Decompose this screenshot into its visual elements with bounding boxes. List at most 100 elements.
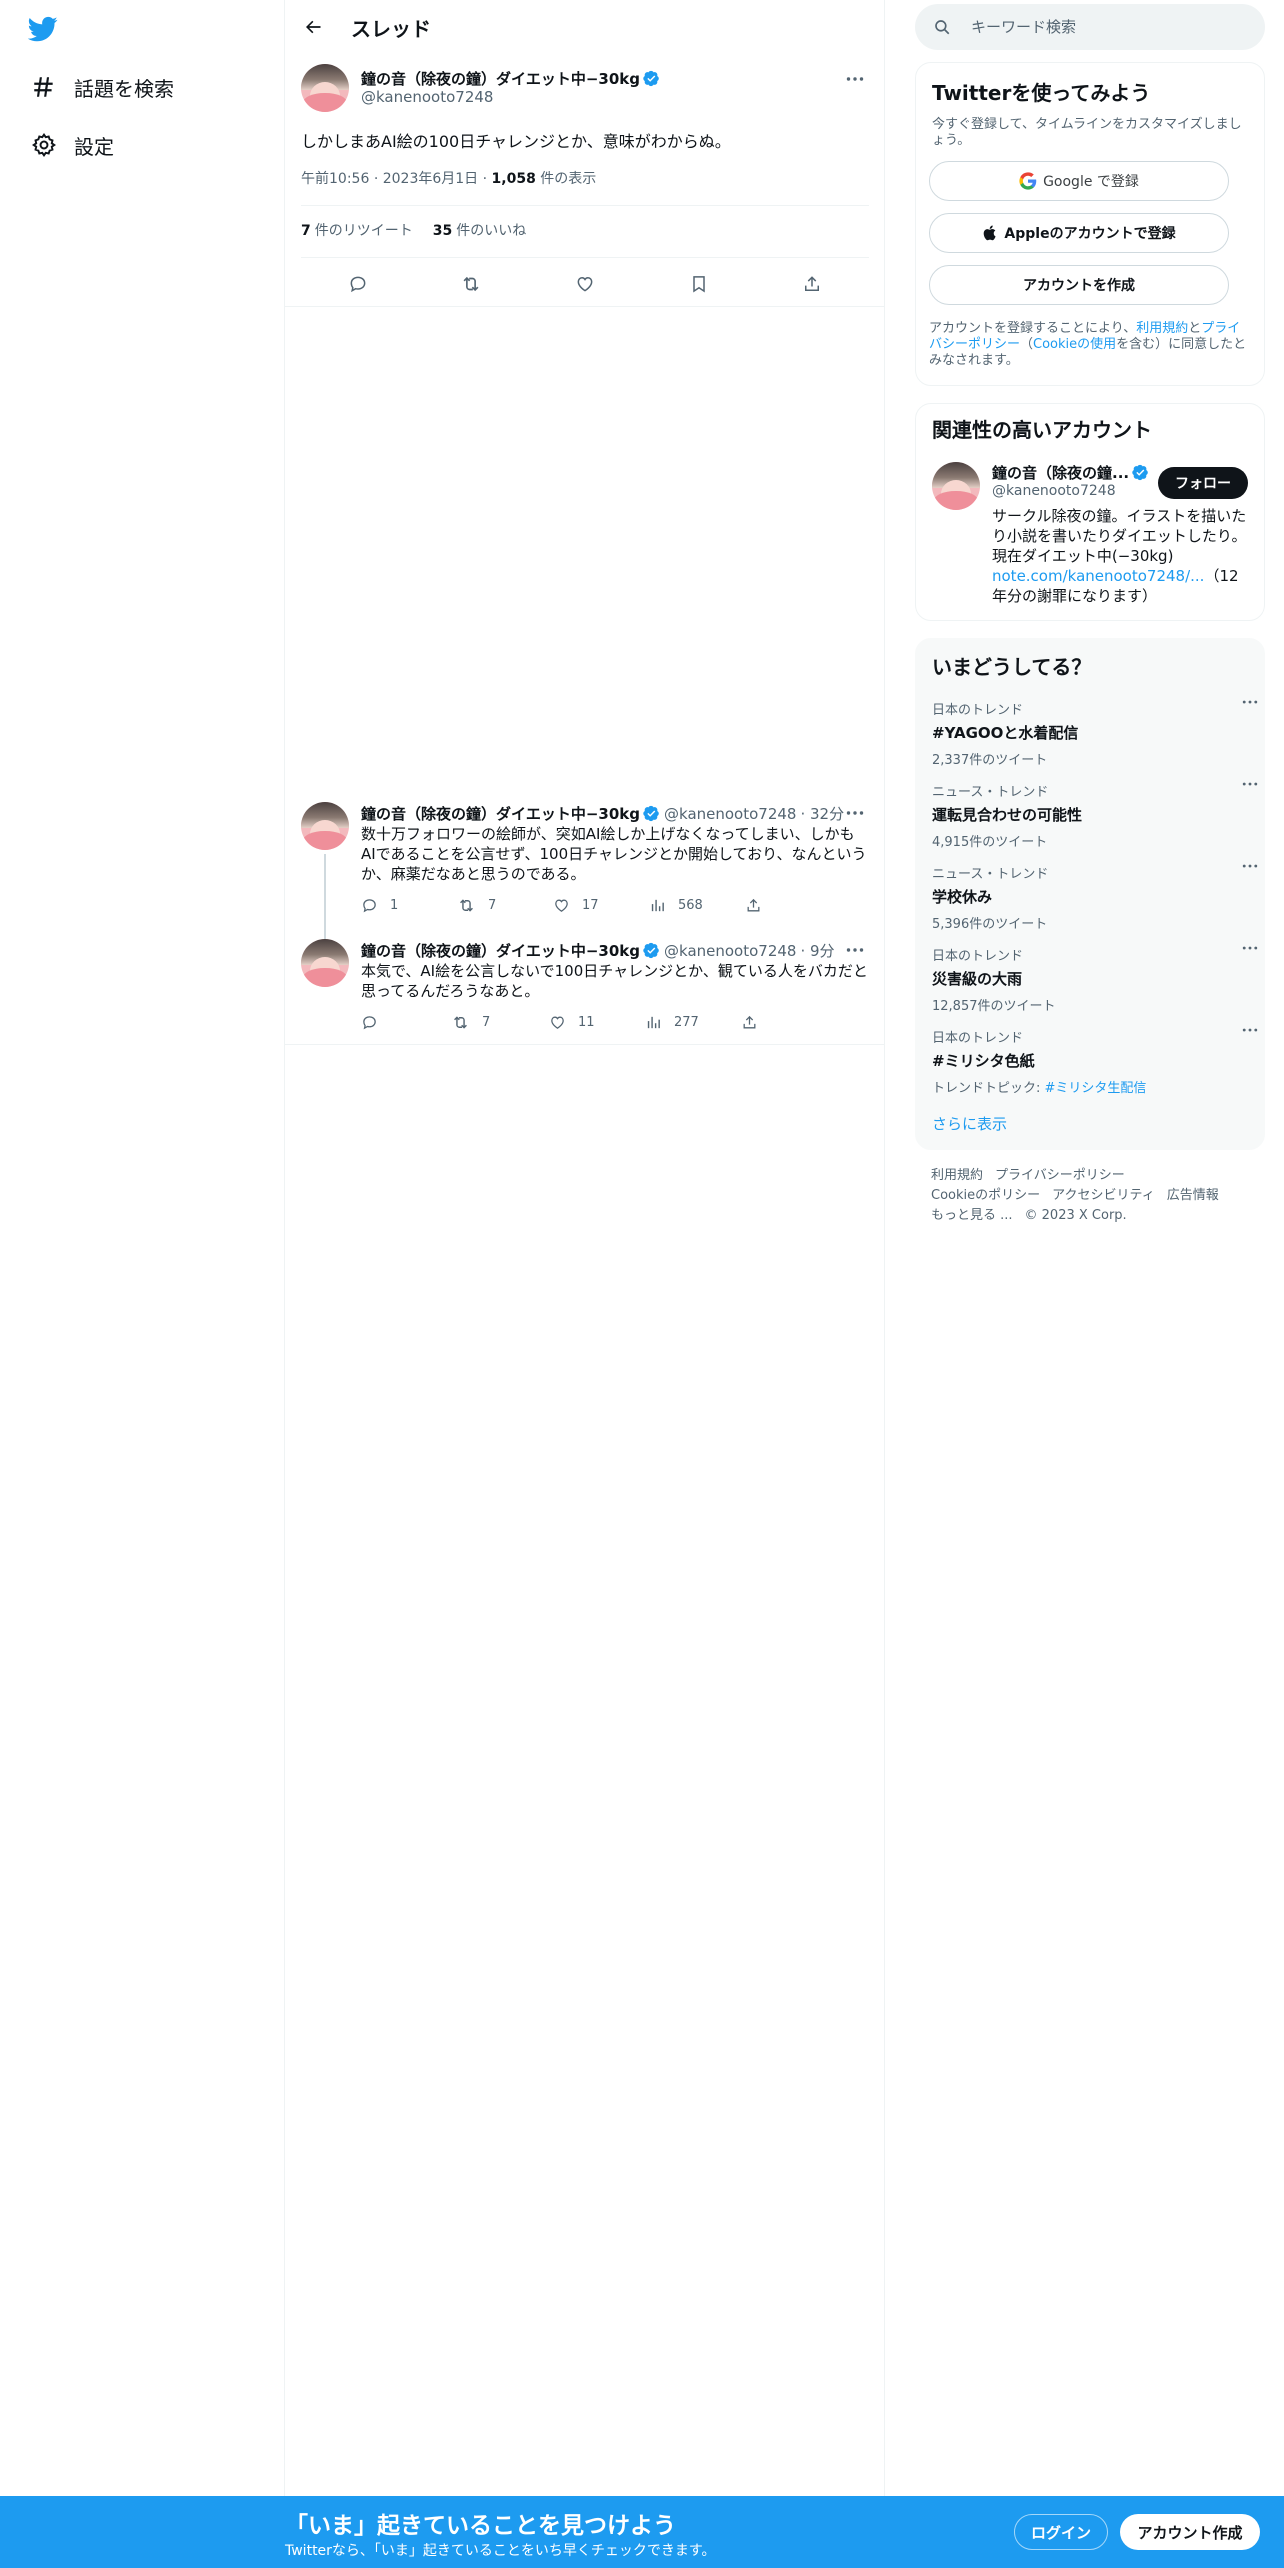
reply-button[interactable] (361, 1013, 451, 1032)
retweet-count: 7 (482, 1015, 491, 1030)
search-icon (933, 18, 951, 36)
reply-author-handle[interactable]: @kanenooto7248 (664, 805, 796, 823)
thread-connector-line (324, 854, 326, 942)
like-button[interactable]: 11 (549, 1013, 645, 1032)
trend-more-button[interactable] (1242, 945, 1258, 951)
reply-tweet[interactable]: 鐘の音（除夜の鐘）ダイエット中−30kg @kanenooto7248 · 9分… (301, 939, 869, 1039)
footer-ads-link[interactable]: 広告情報 (1167, 1188, 1219, 1203)
trend-more-button[interactable] (1242, 1027, 1258, 1033)
signup-card: Twitterを使ってみよう 今すぐ登録して、タイムラインをカスタマイズしましょ… (915, 62, 1265, 386)
reply-time[interactable]: · 9分 (800, 940, 834, 961)
retweets-count: 7 (301, 223, 311, 239)
trend-context: 日本のトレンド (932, 703, 1024, 718)
reply-text: 本気で、AI絵を公言しないで100日チャレンジとか、観ている人をバカだと思ってる… (361, 962, 868, 1000)
reply-button[interactable]: 1 (361, 896, 457, 915)
reply-actions: 1 7 17 568 (361, 896, 801, 915)
like-button[interactable] (567, 266, 603, 302)
tweet-stats: 7 件のリツイート 35 件のいいね (301, 220, 546, 240)
tweet-date[interactable]: 2023年6月1日 (383, 171, 478, 187)
retweet-count: 7 (488, 898, 497, 913)
trend-item[interactable]: ニュース・トレンド 運転見合わせの可能性 4,915件のツイート (932, 781, 1258, 850)
author-name[interactable]: 鐘の音（除夜の鐘）ダイエット中−30kg (361, 68, 660, 89)
reply-author-name[interactable]: 鐘の音（除夜の鐘）ダイエット中−30kg (361, 803, 640, 824)
retweet-button[interactable]: 7 (451, 1013, 549, 1032)
related-account-name[interactable]: 鐘の音（除夜の鐘... (992, 462, 1149, 483)
more-options-button[interactable] (841, 68, 869, 90)
like-button[interactable]: 17 (553, 896, 649, 915)
trend-item[interactable]: 日本のトレンド 災害級の大雨 12,857件のツイート (932, 945, 1258, 1014)
trend-more-button[interactable] (1242, 781, 1258, 787)
trend-more-button[interactable] (1242, 863, 1258, 869)
nav-settings[interactable]: 設定 (28, 125, 114, 165)
avatar[interactable] (301, 64, 349, 112)
twitter-logo-icon[interactable] (28, 14, 60, 46)
related-account-name-text: 鐘の音（除夜の鐘... (992, 464, 1130, 482)
footer-terms-link[interactable]: 利用規約 (931, 1168, 983, 1183)
bio-link[interactable]: note.com/kanenooto7248/... (992, 567, 1204, 585)
trend-topic-link[interactable]: #ミリシタ生配信 (1045, 1081, 1147, 1096)
back-button[interactable] (295, 9, 331, 45)
trend-topic: トレンドトピック: #ミリシタ生配信 (932, 1077, 1250, 1096)
analytics-icon (647, 1016, 660, 1029)
footer-more-link[interactable]: もっと見る ... (931, 1208, 1013, 1223)
trend-context: 日本のトレンド (932, 949, 1024, 964)
reply-time[interactable]: · 32分 (800, 803, 844, 824)
trend-context: ニュース・トレンド (932, 785, 1049, 800)
share-button[interactable] (745, 896, 774, 915)
footer-cookies-link[interactable]: Cookieのポリシー (931, 1188, 1040, 1203)
signup-button[interactable]: アカウント作成 (1120, 2514, 1260, 2550)
likes-stat[interactable]: 35 件のいいね (433, 220, 526, 240)
footer-privacy-link[interactable]: プライバシーポリシー (995, 1168, 1125, 1183)
login-button[interactable]: ログイン (1014, 2514, 1108, 2550)
create-account-button[interactable]: アカウントを作成 (929, 265, 1229, 305)
views-button[interactable]: 277 (645, 1013, 741, 1032)
likes-count: 35 (432, 223, 453, 239)
avatar[interactable] (301, 802, 349, 850)
reply-author-name[interactable]: 鐘の音（除夜の鐘）ダイエット中−30kg (361, 940, 640, 961)
trend-item[interactable]: 日本のトレンド #YAGOOと水着配信 2,337件のツイート (932, 699, 1258, 768)
analytics-icon (651, 899, 664, 912)
google-signup-button[interactable]: Google で登録 (929, 161, 1229, 201)
show-more-link[interactable]: さらに表示 (932, 1113, 1007, 1134)
nav-explore[interactable]: 話題を検索 (28, 67, 174, 107)
reply-tweet[interactable]: 鐘の音（除夜の鐘）ダイエット中−30kg @kanenooto7248 · 32… (301, 802, 869, 942)
author-handle[interactable]: @kanenooto7248 (361, 88, 493, 106)
tweet-time[interactable]: 午前10:56 (301, 171, 369, 187)
footer-links: 利用規約 プライバシーポリシー Cookieのポリシー アクセシビリティ 広告情報 も… (931, 1166, 1251, 1226)
retweet-icon (463, 276, 479, 292)
trend-item[interactable]: 日本のトレンド #ミリシタ色紙 トレンドトピック: #ミリシタ生配信 (932, 1027, 1258, 1096)
retweets-stat[interactable]: 7 件のリツイート (301, 220, 413, 240)
bookmark-button[interactable] (681, 266, 717, 302)
more-options-button[interactable] (841, 939, 869, 961)
tweet-actions (301, 264, 869, 304)
share-button[interactable] (794, 266, 830, 302)
search-input[interactable] (971, 18, 1231, 36)
terms-link[interactable]: 利用規約 (1136, 321, 1188, 336)
share-button[interactable] (741, 1013, 770, 1032)
related-account-handle[interactable]: @kanenooto7248 (992, 483, 1116, 499)
cookie-link[interactable]: Cookieの使用 (1033, 337, 1116, 352)
reply-author-handle[interactable]: @kanenooto7248 (664, 942, 796, 960)
trend-context: 日本のトレンド (932, 1031, 1024, 1046)
retweet-button[interactable] (453, 266, 489, 302)
footer-accessibility-link[interactable]: アクセシビリティ (1052, 1188, 1155, 1203)
trend-title: #YAGOOと水着配信 (932, 724, 1079, 742)
trend-more-button[interactable] (1242, 699, 1258, 705)
trend-title: 災害級の大雨 (932, 970, 1023, 988)
avatar[interactable] (301, 939, 349, 987)
apple-signup-button[interactable]: Appleのアカウントで登録 (929, 213, 1229, 253)
follow-button[interactable]: フォロー (1158, 467, 1248, 499)
avatar[interactable] (932, 462, 980, 510)
trend-title: 学校休み (932, 888, 993, 906)
reply-icon (363, 1016, 376, 1030)
views-count: 277 (674, 1015, 699, 1030)
more-dots-icon (1242, 782, 1258, 786)
footer-copyright: © 2023 X Corp. (1024, 1208, 1127, 1223)
trend-item[interactable]: ニュース・トレンド 学校休み 5,396件のツイート (932, 863, 1258, 932)
views-button[interactable]: 568 (649, 896, 745, 915)
reply-button[interactable] (340, 266, 376, 302)
more-options-button[interactable] (841, 802, 869, 824)
search-bar[interactable] (915, 4, 1265, 50)
retweet-button[interactable]: 7 (457, 896, 553, 915)
trend-context: ニュース・トレンド (932, 867, 1049, 882)
